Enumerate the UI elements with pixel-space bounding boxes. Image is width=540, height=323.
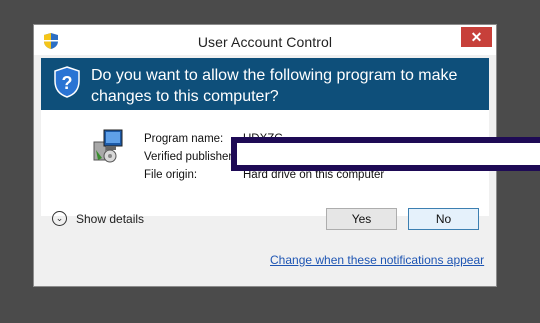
- uac-question: Do you want to allow the following progr…: [91, 67, 458, 105]
- chevron-down-icon: ⌄: [52, 211, 67, 226]
- svg-text:?: ?: [62, 73, 73, 93]
- uac-header: ? Do you want to allow the following pro…: [41, 58, 489, 110]
- file-origin-label: File origin:: [144, 169, 198, 181]
- program-name-label: Program name:: [144, 133, 224, 145]
- redaction-box: [231, 137, 540, 171]
- window-title: User Account Control: [197, 34, 333, 50]
- shield-icon: ?: [54, 66, 80, 98]
- show-details-label: Show details: [76, 212, 145, 226]
- title-bar[interactable]: User Account Control ✕: [34, 25, 496, 55]
- publisher-label: Verified publisher:: [144, 151, 236, 163]
- close-button[interactable]: ✕: [461, 27, 492, 47]
- change-notifications-link[interactable]: Change when these notifications appear: [270, 253, 484, 267]
- yes-button[interactable]: Yes: [326, 208, 397, 230]
- no-button[interactable]: No: [408, 208, 479, 230]
- installer-icon: [93, 129, 123, 163]
